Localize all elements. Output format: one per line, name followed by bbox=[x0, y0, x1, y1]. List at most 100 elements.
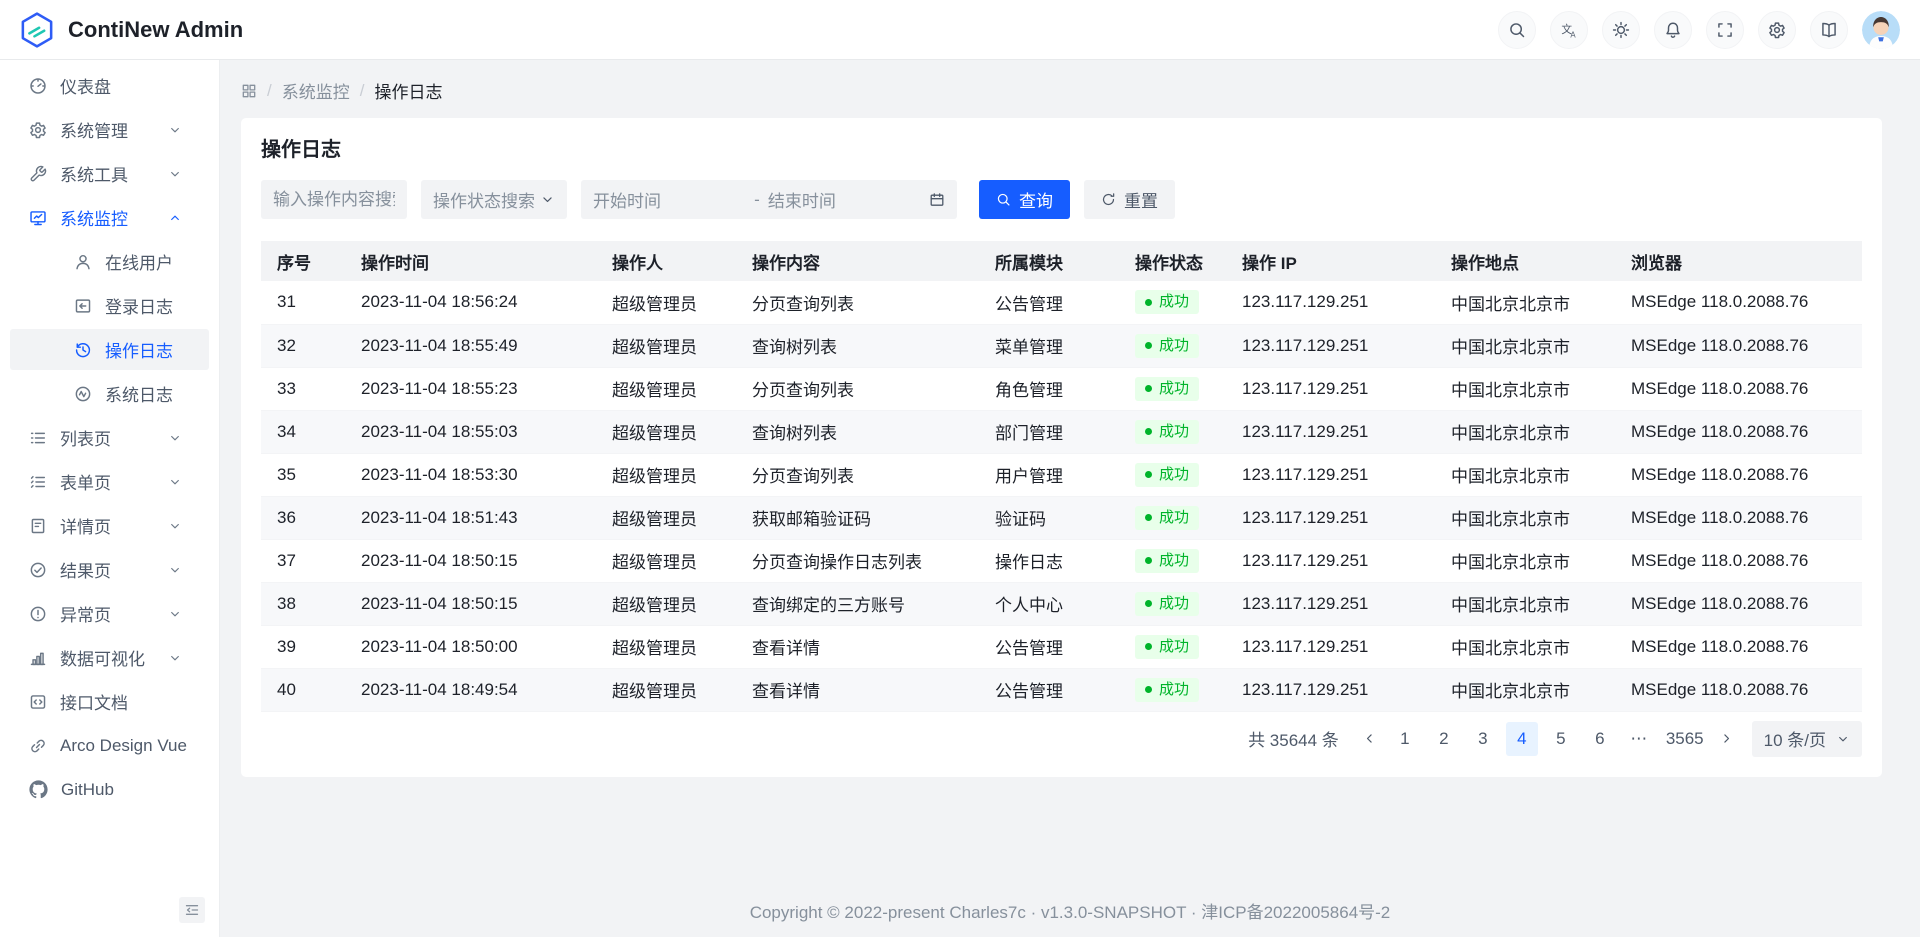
table-row[interactable]: 382023-11-04 18:50:15超级管理员查询绑定的三方账号个人中心成… bbox=[261, 582, 1862, 625]
page-size-select[interactable]: 10 条/页 bbox=[1752, 721, 1862, 757]
sidebar-item-api-docs[interactable]: 接口文档 bbox=[10, 681, 209, 722]
breadcrumb-item-system-monitor[interactable]: 系统监控 bbox=[282, 78, 350, 103]
sidebar-item-label: 接口文档 bbox=[60, 689, 128, 714]
column-header: 操作 IP bbox=[1226, 241, 1435, 281]
date-range-picker[interactable]: 开始时间 - 结束时间 bbox=[581, 180, 957, 219]
user-icon bbox=[74, 253, 92, 271]
cell: 2023-11-04 18:50:15 bbox=[345, 582, 596, 625]
avatar bbox=[1862, 11, 1900, 49]
prev-page-button[interactable] bbox=[1358, 722, 1382, 756]
status-badge: 成功 bbox=[1135, 463, 1199, 487]
sidebar-item-system-monitor[interactable]: 系统监控 bbox=[10, 197, 209, 238]
sidebar-item-operation-log[interactable]: 操作日志 bbox=[10, 329, 209, 370]
page-number-⋯[interactable]: ⋯ bbox=[1623, 722, 1655, 756]
status-dot-icon bbox=[1145, 428, 1152, 435]
table-row[interactable]: 362023-11-04 18:51:43超级管理员获取邮箱验证码验证码成功12… bbox=[261, 496, 1862, 539]
page-number-2[interactable]: 2 bbox=[1428, 722, 1460, 756]
settings-button[interactable] bbox=[1758, 11, 1796, 49]
breadcrumb-separator: / bbox=[267, 81, 272, 101]
sidebar-item-online-users[interactable]: 在线用户 bbox=[10, 241, 209, 282]
sidebar-item-form-page[interactable]: 表单页 bbox=[10, 461, 209, 502]
sidebar-item-result-page[interactable]: 结果页 bbox=[10, 549, 209, 590]
sidebar-item-exception-page[interactable]: 异常页 bbox=[10, 593, 209, 634]
app-title: ContiNew Admin bbox=[68, 17, 243, 43]
chevron-down-icon bbox=[168, 607, 182, 621]
page-number-5[interactable]: 5 bbox=[1545, 722, 1577, 756]
breadcrumb-item-operation-log: 操作日志 bbox=[374, 78, 442, 103]
operation-status-select[interactable]: 操作状态搜索 bbox=[421, 180, 567, 219]
sidebar-item-label: 系统监控 bbox=[60, 205, 128, 230]
column-header: 操作时间 bbox=[345, 241, 596, 281]
table-row[interactable]: 402023-11-04 18:49:54超级管理员查看详情公告管理成功123.… bbox=[261, 668, 1862, 711]
table-row[interactable]: 312023-11-04 18:56:24超级管理员分页查询列表公告管理成功12… bbox=[261, 281, 1862, 324]
cell: 分页查询列表 bbox=[736, 367, 979, 410]
cell: 33 bbox=[261, 367, 345, 410]
cell: 个人中心 bbox=[979, 582, 1119, 625]
column-header: 操作人 bbox=[596, 241, 736, 281]
reset-button[interactable]: 重置 bbox=[1084, 180, 1175, 219]
cell: 超级管理员 bbox=[596, 496, 736, 539]
cell: MSEdge 118.0.2088.76 bbox=[1615, 324, 1862, 367]
fullscreen-icon bbox=[1716, 21, 1734, 39]
table-row[interactable]: 352023-11-04 18:53:30超级管理员分页查询列表用户管理成功12… bbox=[261, 453, 1862, 496]
status-badge: 成功 bbox=[1135, 592, 1199, 616]
notification-button[interactable] bbox=[1654, 11, 1692, 49]
docs-button[interactable] bbox=[1810, 11, 1848, 49]
sidebar-item-github[interactable]: GitHub bbox=[10, 769, 209, 810]
table-row[interactable]: 372023-11-04 18:50:15超级管理员分页查询操作日志列表操作日志… bbox=[261, 539, 1862, 582]
cell: 超级管理员 bbox=[596, 410, 736, 453]
fullscreen-button[interactable] bbox=[1706, 11, 1744, 49]
theme-button[interactable] bbox=[1602, 11, 1640, 49]
cell: 36 bbox=[261, 496, 345, 539]
status-label: 成功 bbox=[1159, 337, 1189, 355]
cell: 超级管理员 bbox=[596, 625, 736, 668]
sidebar-item-system-log[interactable]: 系统日志 bbox=[10, 373, 209, 414]
table-row[interactable]: 332023-11-04 18:55:23超级管理员分页查询列表角色管理成功12… bbox=[261, 367, 1862, 410]
page-number-6[interactable]: 6 bbox=[1584, 722, 1616, 756]
sidebar-item-arco-design-vue[interactable]: Arco Design Vue bbox=[10, 725, 209, 766]
user-avatar-button[interactable] bbox=[1862, 11, 1900, 49]
pagination: 共 35644 条 123456⋯3565 10 条/页 bbox=[261, 721, 1862, 757]
sidebar-item-system-management[interactable]: 系统管理 bbox=[10, 109, 209, 150]
apps-icon[interactable] bbox=[241, 83, 257, 99]
translate-button[interactable]: 文A bbox=[1550, 11, 1588, 49]
operation-content-search-input[interactable] bbox=[261, 180, 407, 219]
sidebar-item-detail-page[interactable]: 详情页 bbox=[10, 505, 209, 546]
chart-icon bbox=[29, 649, 47, 667]
page-number-3565[interactable]: 3565 bbox=[1662, 722, 1708, 756]
status-dot-icon bbox=[1145, 299, 1152, 306]
status-badge: 成功 bbox=[1135, 678, 1199, 702]
pagination-total: 共 35644 条 bbox=[1248, 726, 1339, 751]
bell-icon bbox=[1664, 21, 1682, 39]
search-button[interactable] bbox=[1498, 11, 1536, 49]
cell: 37 bbox=[261, 539, 345, 582]
cell: 超级管理员 bbox=[596, 668, 736, 711]
cell: 2023-11-04 18:53:30 bbox=[345, 453, 596, 496]
cell: 38 bbox=[261, 582, 345, 625]
table-row[interactable]: 342023-11-04 18:55:03超级管理员查询树列表部门管理成功123… bbox=[261, 410, 1862, 453]
cell: 中国北京北京市 bbox=[1435, 281, 1615, 324]
sidebar-item-dashboard[interactable]: 仪表盘 bbox=[10, 65, 209, 106]
operation-status-select-placeholder: 操作状态搜索 bbox=[433, 187, 535, 212]
cell-status: 成功 bbox=[1119, 453, 1226, 496]
chevron-down-icon bbox=[1836, 732, 1850, 746]
collapse-sidebar-button[interactable] bbox=[179, 897, 205, 923]
page-number-1[interactable]: 1 bbox=[1389, 722, 1421, 756]
sidebar-item-label: 登录日志 bbox=[105, 293, 173, 318]
table-row[interactable]: 392023-11-04 18:50:00超级管理员查看详情公告管理成功123.… bbox=[261, 625, 1862, 668]
cell: MSEdge 118.0.2088.76 bbox=[1615, 582, 1862, 625]
sidebar-item-data-visualization[interactable]: 数据可视化 bbox=[10, 637, 209, 678]
sidebar-item-system-tools[interactable]: 系统工具 bbox=[10, 153, 209, 194]
search-button[interactable]: 查询 bbox=[979, 180, 1070, 219]
cell: 32 bbox=[261, 324, 345, 367]
next-page-button[interactable] bbox=[1715, 722, 1739, 756]
cell: 34 bbox=[261, 410, 345, 453]
page-number-4[interactable]: 4 bbox=[1506, 722, 1538, 756]
sidebar-item-login-log[interactable]: 登录日志 bbox=[10, 285, 209, 326]
table-row[interactable]: 322023-11-04 18:55:49超级管理员查询树列表菜单管理成功123… bbox=[261, 324, 1862, 367]
page-size-label: 10 条/页 bbox=[1764, 726, 1826, 751]
page-number-3[interactable]: 3 bbox=[1467, 722, 1499, 756]
app-logo[interactable]: ContiNew Admin bbox=[0, 11, 243, 49]
cell: 123.117.129.251 bbox=[1226, 496, 1435, 539]
sidebar-item-list-page[interactable]: 列表页 bbox=[10, 417, 209, 458]
